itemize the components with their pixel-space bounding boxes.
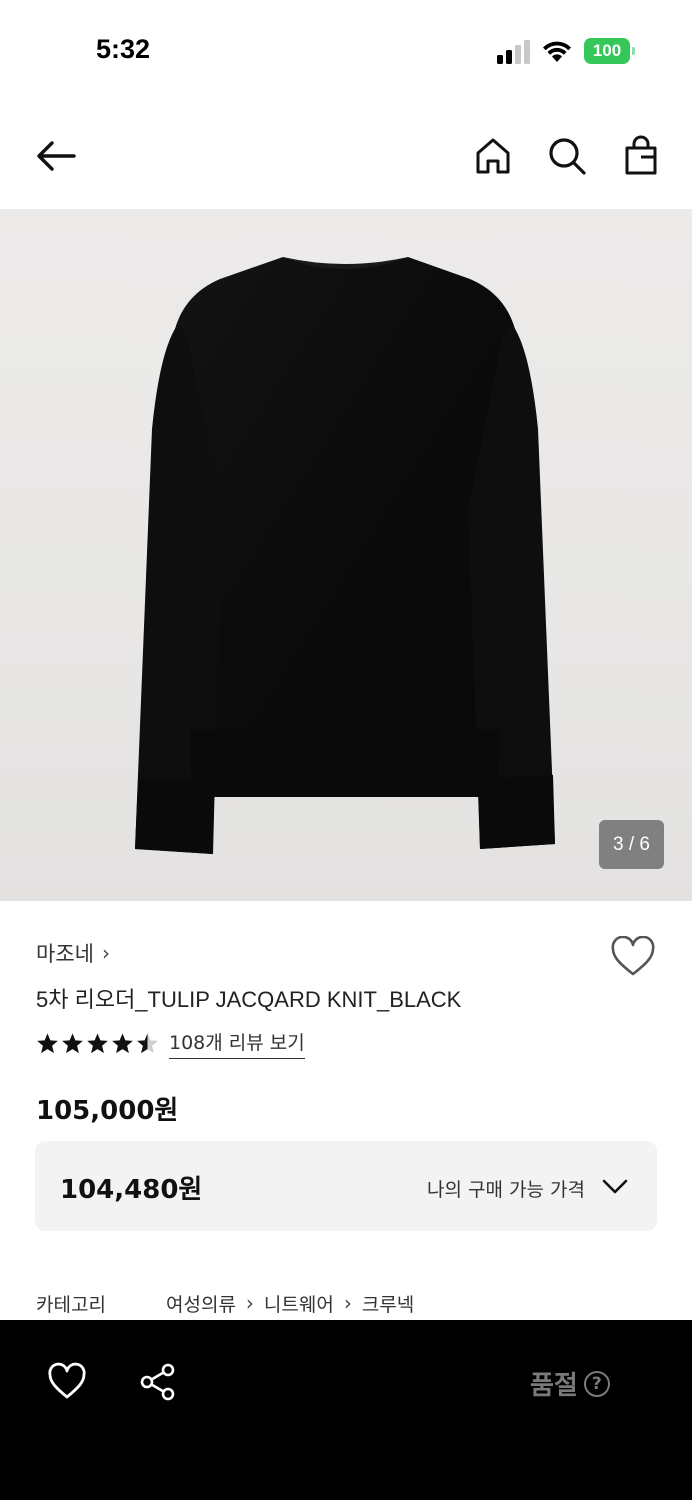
battery-indicator: 100 xyxy=(584,38,636,64)
category-label: 카테고리 xyxy=(36,1293,106,1316)
star-icon xyxy=(62,1032,83,1053)
category-item[interactable]: 니트웨어 xyxy=(264,1290,334,1317)
image-counter: 3 / 6 xyxy=(599,820,664,869)
help-icon[interactable]: ? xyxy=(583,1370,610,1397)
my-price-label: 나의 구매 가능 가격 xyxy=(427,1179,585,1201)
back-arrow-icon[interactable] xyxy=(34,134,78,178)
product-price: 105,000원 xyxy=(36,1096,179,1126)
category-breadcrumb: 여성의류 › 니트웨어 › 크루넥 xyxy=(166,1290,414,1317)
rating-stars xyxy=(36,1032,159,1055)
product-name: 5차 리오더_TULIP JACQARD KNIT_BLACK xyxy=(36,987,462,1012)
soldout-indicator: 품절 ? xyxy=(530,1365,610,1402)
category-item[interactable]: 크루넥 xyxy=(362,1290,414,1317)
rating-row: 108개 리뷰 보기 xyxy=(36,1028,305,1059)
soldout-label: 품절 xyxy=(530,1371,578,1401)
half-star-icon xyxy=(137,1032,158,1053)
brand-link[interactable]: 마조네 › xyxy=(36,938,110,968)
shopping-bag-icon[interactable] xyxy=(619,134,663,178)
chevron-right-icon: › xyxy=(245,1291,254,1315)
heart-icon[interactable] xyxy=(47,1362,87,1402)
top-navigation xyxy=(0,110,692,206)
status-time: 5:32 xyxy=(96,34,151,64)
review-link[interactable]: 108개 리뷰 보기 xyxy=(169,1028,305,1059)
category-item[interactable]: 여성의류 xyxy=(166,1290,236,1317)
my-price-value: 104,480원 xyxy=(60,1175,203,1205)
search-icon[interactable] xyxy=(545,134,589,178)
heart-icon[interactable] xyxy=(610,936,656,978)
category-row: 카테고리 여성의류 › 니트웨어 › 크루넥 xyxy=(36,1288,414,1318)
chevron-right-icon: › xyxy=(101,941,110,965)
sweater-image xyxy=(135,257,555,854)
product-image[interactable] xyxy=(0,209,692,901)
star-icon xyxy=(112,1032,133,1053)
wifi-icon xyxy=(543,41,571,62)
chevron-down-icon xyxy=(602,1179,628,1194)
status-bar: 5:32 100 xyxy=(0,0,692,100)
battery-level: 100 xyxy=(584,38,630,64)
share-icon[interactable] xyxy=(138,1362,178,1402)
chevron-right-icon: › xyxy=(343,1291,352,1315)
cellular-signal-icon xyxy=(497,40,530,64)
star-icon xyxy=(37,1032,58,1053)
star-icon xyxy=(87,1032,108,1053)
home-icon[interactable] xyxy=(471,134,515,178)
brand-name: 마조네 xyxy=(36,942,94,966)
bottom-action-bar: 품절 ? xyxy=(0,1320,692,1500)
my-price-box[interactable]: 104,480원 나의 구매 가능 가격 xyxy=(35,1141,657,1231)
battery-tip xyxy=(632,47,635,55)
